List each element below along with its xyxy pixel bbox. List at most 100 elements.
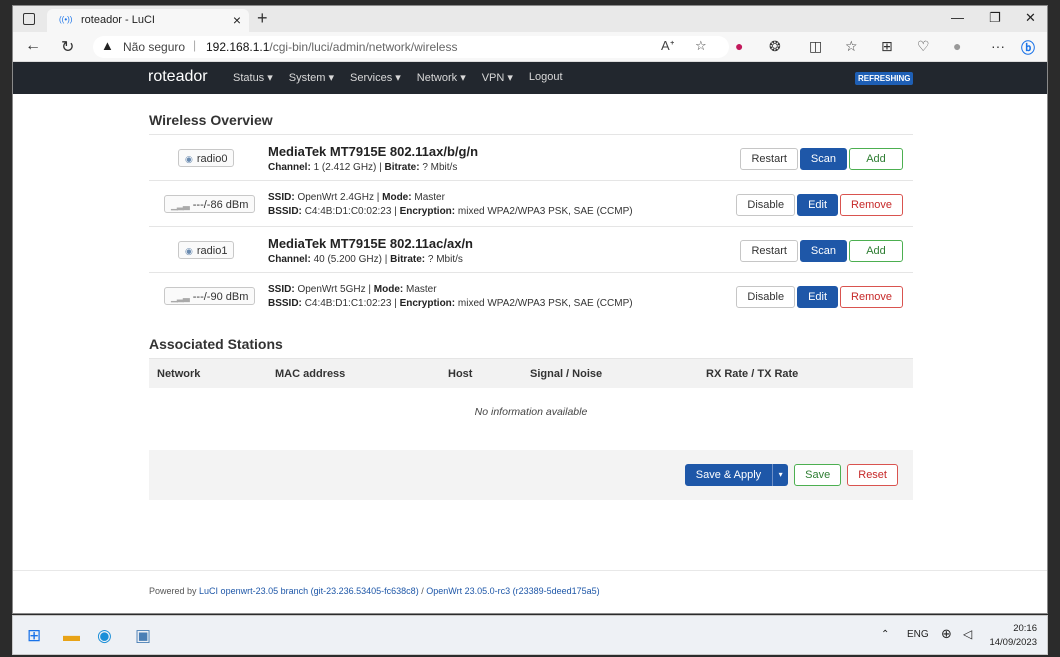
remove-button[interactable]: Remove	[840, 194, 903, 216]
reload-icon[interactable]: ↻	[61, 37, 74, 57]
extensions-icon[interactable]: ❂	[769, 38, 781, 55]
warning-icon[interactable]: ▲	[101, 38, 114, 53]
add-button[interactable]: Add	[849, 148, 903, 170]
wifi-favicon-icon: ((•))	[59, 15, 73, 24]
browser-window: ((•)) roteador - LuCI × + — ❐ ✕ ← ↻ ▲ Nã…	[12, 5, 1048, 614]
interface-actions: Disable Edit Remove	[736, 194, 903, 216]
split-screen-icon[interactable]: ◫	[809, 38, 822, 55]
browser-titlebar: ((•)) roteador - LuCI × + — ❐ ✕	[13, 6, 1047, 32]
collections-add-icon[interactable]: ⊞	[881, 38, 893, 55]
brand-link[interactable]: roteador	[148, 68, 208, 86]
reset-button[interactable]: Reset	[847, 464, 898, 486]
save-apply-dropdown-icon[interactable]: ▾	[772, 464, 789, 486]
luci-link[interactable]: LuCI openwrt-23.05 branch (git-23.236.53…	[199, 586, 419, 596]
column-header: Network	[157, 368, 201, 380]
edit-button[interactable]: Edit	[797, 286, 839, 308]
save-apply-button[interactable]: Save & Apply	[684, 464, 773, 486]
interface-row: ▁▂▃ ---/-90 dBm SSID: OpenWrt 5GHz | Mode…	[149, 272, 913, 318]
column-header: MAC address	[275, 368, 346, 380]
collections-icon[interactable]: ●	[735, 38, 743, 54]
restart-button[interactable]: Restart	[740, 240, 798, 262]
menu-status[interactable]: Status ▾	[233, 71, 273, 84]
volume-icon[interactable]: ◁	[963, 627, 972, 641]
radio-icon: ◉	[185, 153, 193, 164]
edge-icon[interactable]: ◉	[97, 626, 112, 646]
restart-button[interactable]: Restart	[740, 148, 798, 170]
profile-avatar-icon[interactable]: ●	[953, 38, 961, 54]
stations-table-header: Network MAC address Host Signal / Noise …	[149, 358, 913, 388]
ssid-line: SSID: OpenWrt 5GHz | Mode: Master	[268, 284, 437, 295]
column-header: Signal / Noise	[530, 368, 603, 380]
new-tab-icon[interactable]: +	[257, 8, 268, 29]
column-header: RX Rate / TX Rate	[706, 368, 799, 380]
scan-button[interactable]: Scan	[799, 148, 847, 170]
close-window-icon[interactable]: ✕	[1025, 10, 1036, 26]
start-icon[interactable]: ⊞	[27, 626, 41, 646]
luci-page: roteador Status ▾ System ▾ Services ▾ Ne…	[13, 62, 1047, 613]
form-actions: Save & Apply ▾ Save Reset	[684, 464, 898, 486]
browser-tab[interactable]: ((•)) roteador - LuCI ×	[47, 9, 249, 32]
remove-button[interactable]: Remove	[840, 286, 903, 308]
bing-copilot-icon[interactable]: ⓑ	[1021, 38, 1035, 58]
associated-stations-title: Associated Stations	[149, 336, 283, 352]
file-explorer-icon[interactable]: ▬	[63, 626, 80, 646]
favorites-icon[interactable]: ☆	[845, 38, 858, 55]
minimize-icon[interactable]: —	[951, 10, 964, 25]
refreshing-badge[interactable]: REFRESHING	[855, 72, 914, 85]
save-button[interactable]: Save	[794, 464, 842, 486]
radio-name: MediaTek MT7915E 802.11ac/ax/n	[268, 236, 473, 251]
signal-bars-icon: ▁▂▃	[171, 199, 190, 210]
windows-taskbar: ⊞ ▬ ◉ ▣ ⌃ ENG ⊕ ◁ 20:16 14/09/2023	[12, 615, 1048, 655]
language-indicator[interactable]: ENG	[907, 629, 929, 640]
insecure-label[interactable]: Não seguro	[123, 40, 185, 54]
tab-close-icon[interactable]: ×	[233, 12, 241, 28]
footer-text: Powered by LuCI openwrt-23.05 branch (gi…	[149, 586, 600, 596]
radio-actions: Restart Scan Add	[740, 240, 903, 262]
bssid-line: BSSID: C4:4B:D1:C1:02:23 | Encryption: m…	[268, 298, 633, 309]
radio-actions: Restart Scan Add	[740, 148, 903, 170]
radio-device-badge: ◉ radio0	[178, 149, 235, 167]
read-aloud-icon[interactable]: Aᐩ	[661, 38, 675, 54]
back-icon[interactable]: ←	[25, 37, 41, 55]
menu-services[interactable]: Services ▾	[350, 71, 401, 84]
wireless-overview-title: Wireless Overview	[149, 112, 273, 128]
signal-bars-icon: ▁▂▃	[171, 291, 190, 302]
tab-title: roteador - LuCI	[81, 14, 155, 26]
empty-table-message: No information available	[474, 406, 588, 418]
scan-button[interactable]: Scan	[799, 240, 847, 262]
column-header: Host	[448, 368, 473, 380]
favorite-star-icon[interactable]: ☆	[695, 38, 707, 54]
performance-icon[interactable]: ♡	[917, 38, 930, 55]
menu-vpn[interactable]: VPN ▾	[482, 71, 513, 84]
page-footer: Powered by LuCI openwrt-23.05 branch (gi…	[13, 570, 1047, 596]
radio-device-badge: ◉ radio1	[178, 241, 235, 259]
edit-button[interactable]: Edit	[797, 194, 839, 216]
radio-details: Channel: 1 (2.412 GHz) | Bitrate: ? Mbit…	[268, 162, 458, 173]
clock-time: 20:16	[1013, 623, 1037, 634]
url-text[interactable]: 192.168.1.1/cgi-bin/luci/admin/network/w…	[206, 40, 457, 54]
address-bar[interactable]: ▲ Não seguro | 192.168.1.1/cgi-bin/luci/…	[93, 36, 729, 58]
radio-row: ◉ radio1 MediaTek MT7915E 802.11ac/ax/n C…	[149, 226, 913, 272]
menu-network[interactable]: Network ▾	[417, 71, 466, 84]
more-menu-icon[interactable]: ···	[991, 38, 1005, 54]
interface-row: ▁▂▃ ---/-86 dBm SSID: OpenWrt 2.4GHz | Mo…	[149, 180, 913, 226]
menu-system[interactable]: System ▾	[289, 71, 334, 84]
radio-details: Channel: 40 (5.200 GHz) | Bitrate: ? Mbi…	[268, 254, 463, 265]
network-icon[interactable]: ⊕	[941, 626, 952, 642]
signal-badge: ▁▂▃ ---/-90 dBm	[164, 287, 256, 305]
clock[interactable]: 20:16 14/09/2023	[989, 622, 1037, 650]
form-actions-bar: Save & Apply ▾ Save Reset	[149, 450, 913, 500]
tab-actions-icon[interactable]	[23, 13, 35, 25]
openwrt-link[interactable]: OpenWrt 23.05.0-rc3 (r23389-5deed175a5)	[426, 586, 599, 596]
restore-icon[interactable]: ❐	[989, 10, 1001, 26]
radio-name: MediaTek MT7915E 802.11ax/b/g/n	[268, 144, 479, 159]
ssid-line: SSID: OpenWrt 2.4GHz | Mode: Master	[268, 192, 445, 203]
main-menu: Status ▾ System ▾ Services ▾ Network ▾ V…	[233, 71, 563, 84]
disable-button[interactable]: Disable	[736, 286, 796, 308]
remote-desktop-icon[interactable]: ▣	[135, 626, 151, 646]
disable-button[interactable]: Disable	[736, 194, 796, 216]
menu-logout[interactable]: Logout	[529, 71, 563, 84]
add-button[interactable]: Add	[849, 240, 903, 262]
url-separator: |	[193, 38, 197, 52]
show-hidden-icons-icon[interactable]: ⌃	[881, 629, 889, 640]
